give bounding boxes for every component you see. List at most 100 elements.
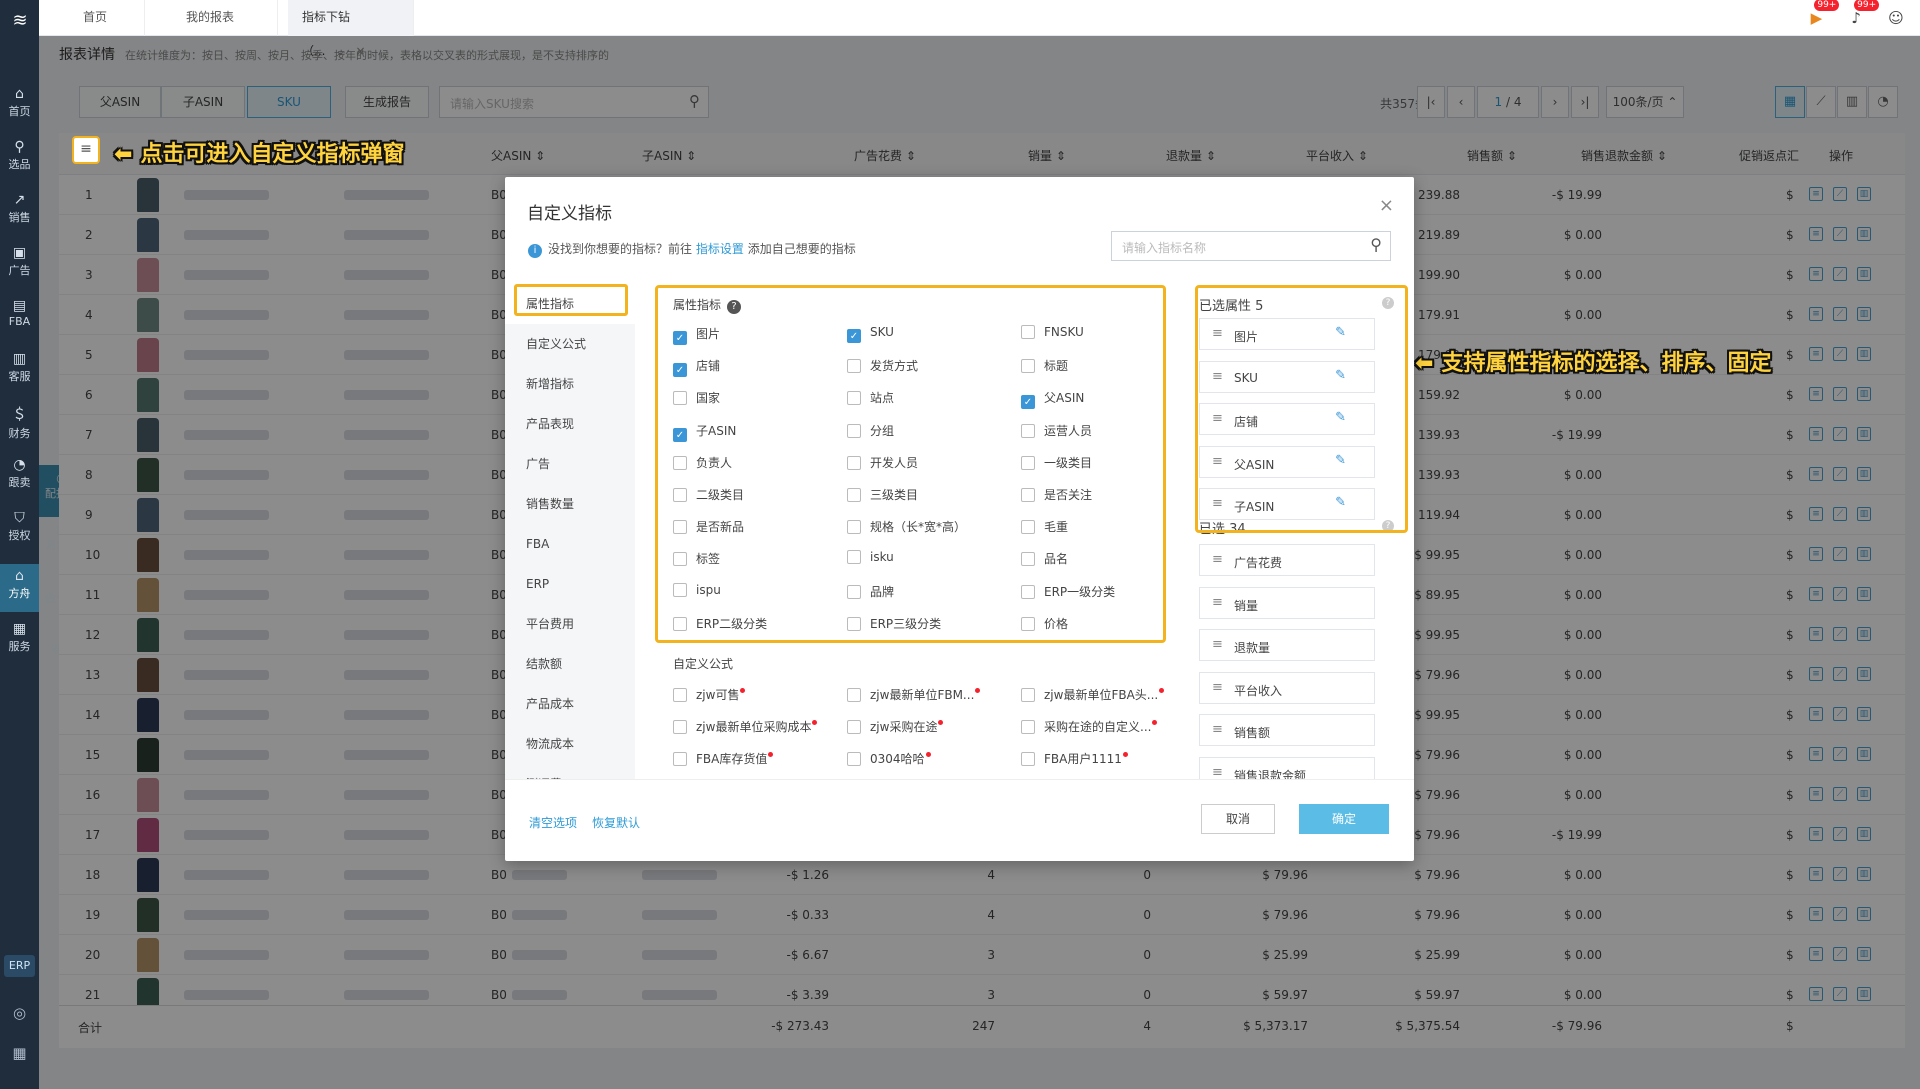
selected-metric-item[interactable]: ≡ 平台收入 — [1199, 671, 1375, 704]
formula-checkbox[interactable]: 采购在途的自定义... — [1021, 718, 1158, 734]
metric-category-nav: 属性指标 自定义公式 新增指标 产品表现 广告 销售数量 FBA ERP 平台费用 结款额 产品成本… — [505, 284, 635, 779]
drag-handle-icon[interactable]: ≡ — [1212, 765, 1223, 780]
trend-icon: ↗ — [13, 192, 26, 208]
new-dot-icon — [925, 752, 931, 757]
formula-checkbox[interactable]: 0304哈哈 — [847, 750, 931, 766]
avatar[interactable]: ☺ — [1884, 6, 1908, 30]
sidebar-item[interactable]: ▦ 服务 — [0, 617, 39, 665]
sidebar-item[interactable]: ◔ 跟卖 — [0, 453, 39, 501]
metric-search-input[interactable]: 请输入指标名称 ⚲ — [1111, 231, 1391, 261]
custom-metrics-button[interactable]: ≡ — [72, 136, 100, 164]
selected-metric-item[interactable]: ≡ 销售额 — [1199, 714, 1375, 746]
checkbox-icon — [847, 688, 861, 702]
selected-metric-item[interactable]: ≡ 退款量 — [1199, 629, 1375, 661]
service-icon: ▥ — [12, 351, 27, 367]
formula-section-title: 自定义公式 — [673, 657, 734, 671]
tab-bar: 首页 我的报表 指标下钻（... ⌄ × ▶ 99+ ♪ 99+ ☺ — [39, 0, 1920, 58]
highlight-box — [1195, 285, 1408, 533]
metric-category-item[interactable]: FBA — [505, 524, 635, 564]
drag-handle-icon[interactable]: ≡ — [1212, 722, 1223, 737]
search-icon: ⚲ — [14, 139, 25, 155]
checkbox-icon — [673, 752, 687, 766]
selected-metric-item[interactable]: ≡ 销量 — [1199, 586, 1375, 619]
formula-checkbox[interactable]: zjw最新单位采购成本 — [673, 718, 818, 734]
confirm-button[interactable]: 确定 — [1299, 804, 1389, 834]
tab-drilldown[interactable]: 指标下钻（... ⌄ × — [288, 0, 414, 58]
checkbox-icon — [1021, 752, 1035, 766]
metric-category-item[interactable]: ERP — [505, 564, 635, 604]
info-icon: i — [528, 244, 542, 258]
flag-icon[interactable]: ▶ 99+ — [1804, 0, 1840, 30]
drag-handle-icon[interactable]: ≡ — [1212, 595, 1223, 610]
metric-category-item[interactable]: 测评费 — [505, 764, 635, 779]
drag-handle-icon[interactable]: ≡ — [1212, 680, 1223, 695]
metric-category-item[interactable]: 产品表现 — [505, 404, 635, 444]
search-icon[interactable]: ⚲ — [1370, 235, 1382, 254]
notify-badge: 99+ — [1814, 0, 1840, 11]
gift-icon[interactable]: ▦ — [0, 1044, 39, 1062]
metric-category-item[interactable]: 新增指标 — [505, 364, 635, 404]
formula-checkbox[interactable]: zjw最新单位FBM... — [847, 686, 981, 702]
help-icon[interactable]: ◎ — [0, 1004, 39, 1022]
arrow-left-icon: ⬅ — [114, 142, 133, 167]
box-icon: ▤ — [12, 298, 27, 314]
highlight-box — [655, 285, 1166, 643]
modal-title: 自定义指标 — [527, 204, 612, 224]
new-dot-icon — [975, 688, 981, 693]
new-dot-icon — [768, 752, 774, 757]
cancel-button[interactable]: 取消 — [1201, 804, 1275, 834]
selected-metric-item[interactable]: ≡ 销售退款金额 — [1199, 756, 1375, 780]
drag-handle-icon[interactable]: ≡ — [1212, 552, 1223, 567]
sidebar-item[interactable]: ▥ 客服 — [0, 347, 39, 395]
checkbox-icon — [847, 720, 861, 734]
finance-icon: ＄ — [12, 407, 27, 423]
metric-settings-link[interactable]: 指标设置 — [696, 242, 744, 256]
new-dot-icon — [812, 720, 818, 725]
shield-icon: ⛉ — [14, 510, 25, 526]
bell-icon[interactable]: ♪ 99+ — [1844, 0, 1880, 30]
checkbox-icon — [1021, 720, 1035, 734]
restore-default-link[interactable]: 恢复默认 — [592, 814, 640, 831]
formula-checkbox[interactable]: zjw采购在途 — [847, 718, 944, 734]
metric-category-item[interactable]: 销售数量 — [505, 484, 635, 524]
sidebar-item[interactable]: ⌂ 首页 — [0, 82, 39, 130]
sidebar-item[interactable]: ▣ 广告 — [0, 241, 39, 289]
sidebar-item[interactable]: ⛉ 授权 — [0, 506, 39, 554]
arrow-left-icon: ⬅ — [1415, 351, 1434, 376]
formula-checkbox[interactable]: zjw可售 — [673, 686, 746, 702]
sidebar-item[interactable]: ↗ 销售 — [0, 188, 39, 236]
formula-checkbox[interactable]: FBA用户1111 — [1021, 750, 1128, 766]
top-right-tools: ▶ 99+ ♪ 99+ ☺ — [1792, 0, 1908, 30]
modal-footer: 清空选项 恢复默认 取消 确定 — [505, 779, 1414, 861]
bell-badge: 99+ — [1854, 0, 1880, 11]
new-dot-icon — [1122, 752, 1128, 757]
ark-icon: ⌂ — [15, 568, 24, 584]
tab-my-reports[interactable]: 我的报表 — [172, 0, 278, 36]
formula-checkbox[interactable]: zjw最新单位FBA头... — [1021, 686, 1165, 702]
new-dot-icon — [740, 688, 746, 693]
erp-button[interactable]: ERP — [4, 955, 35, 977]
follow-icon: ◔ — [13, 457, 26, 473]
highlight-box — [514, 284, 628, 316]
selected-metric-item[interactable]: ≡ 广告花费 — [1199, 544, 1375, 576]
callout-right: ⬅ 支持属性指标的选择、排序、固定 — [1415, 351, 1772, 376]
close-icon[interactable]: × — [1379, 195, 1394, 216]
metric-category-item[interactable]: 结款额 — [505, 644, 635, 684]
sidebar-item[interactable]: ⚲ 选品 — [0, 135, 39, 183]
metric-category-item[interactable]: 广告 — [505, 444, 635, 484]
briefcase-icon: ▦ — [12, 621, 27, 637]
sidebar-item[interactable]: ▤ FBA — [0, 294, 39, 342]
clear-options-link[interactable]: 清空选项 — [529, 814, 577, 831]
logo-icon[interactable]: ≋ — [8, 10, 32, 32]
sidebar-item[interactable]: ⌂ 方舟 — [0, 564, 39, 612]
metric-category-item[interactable]: 平台费用 — [505, 604, 635, 644]
metric-category-item[interactable]: 产品成本 — [505, 684, 635, 724]
metric-category-item[interactable]: 物流成本 — [505, 724, 635, 764]
formula-checkbox[interactable]: FBA库存货值 — [673, 750, 774, 766]
new-dot-icon — [1152, 720, 1158, 725]
drag-handle-icon[interactable]: ≡ — [1212, 637, 1223, 652]
modal-info: i 没找到你想要的指标？前往 指标设置 添加自己想要的指标 — [528, 240, 856, 258]
metric-category-item[interactable]: 自定义公式 — [505, 324, 635, 364]
tab-home[interactable]: 首页 — [69, 0, 145, 36]
sidebar-item[interactable]: ＄财务 — [0, 400, 39, 448]
